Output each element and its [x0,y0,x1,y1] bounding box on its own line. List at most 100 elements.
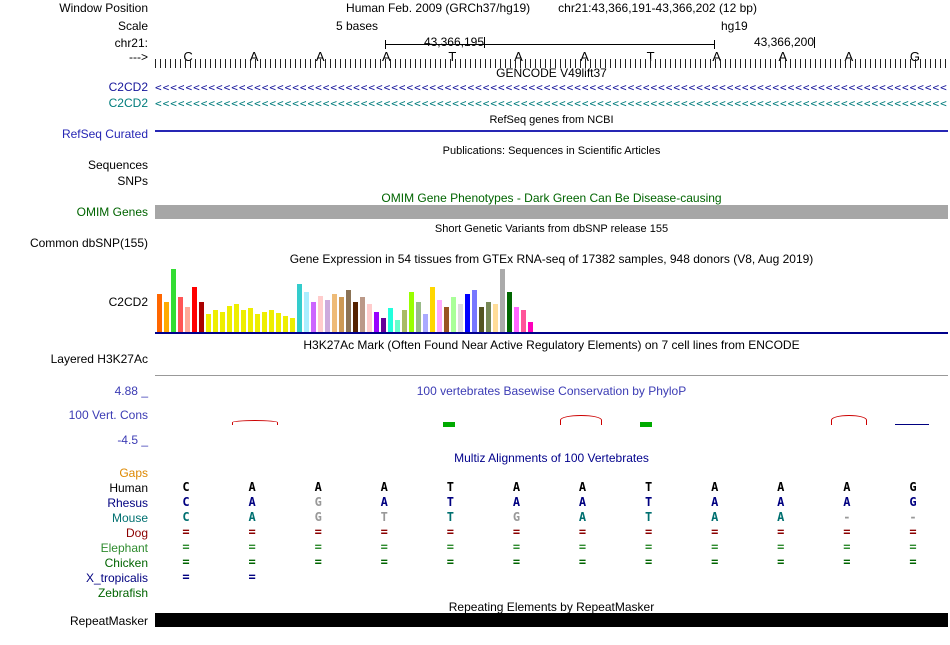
alignment-row-x_tropicalis[interactable]: X_tropicalis = = [0,570,950,585]
chrom-label: chr21: [114,36,148,50]
gtex-expression-bar[interactable] [458,304,463,332]
alignment-row-mouse[interactable]: Mouse C A G T T G A T A A - - [0,510,950,525]
alignment-row-rhesus[interactable]: Rhesus C A G A T A A T A A A G [0,495,950,510]
gtex-expression-bar[interactable] [227,306,232,332]
gtex-expression-bar[interactable] [213,310,218,332]
gtex-expression-bar[interactable] [262,312,267,332]
gtex-expression-bar[interactable] [381,318,386,332]
gtex-expression-bar[interactable] [220,312,225,332]
gtex-gene-label[interactable]: C2CD2 [0,295,150,309]
gtex-expression-bar[interactable] [444,307,449,332]
gtex-expression-bar[interactable] [318,296,323,332]
gtex-expression-bar[interactable] [451,297,456,332]
alignment-cell: = [446,525,454,539]
gtex-expression-bar[interactable] [171,269,176,332]
gtex-expression-bar[interactable] [178,297,183,332]
alignment-row-chicken[interactable]: Chicken = = = = = = = = = = = = [0,555,950,570]
gtex-expression-bar[interactable] [199,302,204,332]
gtex-expression-bar[interactable] [290,318,295,332]
gtex-expression-bar[interactable] [283,316,288,332]
alignment-cell: G [314,495,322,509]
gtex-expression-bar[interactable] [304,292,309,332]
omim-track-title[interactable]: OMIM Gene Phenotypes - Dark Green Can Be… [155,191,948,205]
alignment-row-human[interactable]: Human C A A A T A A T A A A G [0,480,950,495]
gtex-expression-bar[interactable] [507,292,512,332]
gtex-expression-bar[interactable] [423,314,428,332]
gtex-expression-bar[interactable] [248,308,253,332]
h3k27ac-baseline [155,375,948,376]
gtex-bars[interactable] [155,268,948,332]
gencode-item-label-1[interactable]: C2CD2 [0,80,150,94]
gtex-expression-bar[interactable] [416,302,421,332]
phylop-mark-line [895,424,929,425]
gtex-expression-bar[interactable] [206,314,211,332]
gtex-expression-bar[interactable] [192,287,197,332]
h3k27ac-track-title[interactable]: H3K27Ac Mark (Often Found Near Active Re… [155,338,948,352]
alignment-cell: A [843,480,851,494]
alignment-row-dog[interactable]: Dog = = = = = = = = = = = = [0,525,950,540]
gtex-expression-bar[interactable] [157,294,162,332]
gtex-expression-bar[interactable] [339,297,344,332]
gtex-baseline [155,332,948,334]
gencode-transcript-line[interactable]: <<<<<<<<<<<<<<<<<<<<<<<<<<<<<<<<<<<<<<<<… [155,83,948,92]
gtex-expression-bar[interactable] [374,312,379,332]
alignment-row-gaps[interactable]: Gaps [0,465,950,480]
gtex-expression-bar[interactable] [185,307,190,332]
gtex-expression-bar[interactable] [430,287,435,332]
gencode-track-title[interactable]: GENCODE V49lift37 [155,66,948,80]
gtex-expression-bar[interactable] [493,304,498,332]
gtex-expression-bar[interactable] [346,290,351,332]
gtex-expression-bar[interactable] [514,307,519,332]
repeatmasker-track-title[interactable]: Repeating Elements by RepeatMasker [155,600,948,614]
repeatmasker-bar[interactable] [155,613,948,627]
gtex-expression-bar[interactable] [402,310,407,332]
alignment-cell: = [314,525,322,539]
gtex-expression-bar[interactable] [311,302,316,332]
gtex-expression-bar[interactable] [388,308,393,332]
dbsnp-track-label: Common dbSNP(155) [29,236,148,250]
gtex-expression-bar[interactable] [276,313,281,332]
gtex-expression-bar[interactable] [395,320,400,332]
gtex-expression-bar[interactable] [332,294,337,332]
gencode-transcript-line[interactable]: <<<<<<<<<<<<<<<<<<<<<<<<<<<<<<<<<<<<<<<<… [155,99,948,108]
gtex-expression-bar[interactable] [465,294,470,332]
scale-label: Scale [117,19,148,33]
gtex-expression-bar[interactable] [241,310,246,332]
omim-gene-bar[interactable] [155,205,948,219]
alignment-cell: = [843,525,851,539]
alignment-row-elephant[interactable]: Elephant = = = = = = = = = = = = [0,540,950,555]
gtex-expression-bar[interactable] [500,269,505,332]
gencode-item-label-2[interactable]: C2CD2 [0,96,150,110]
gtex-track-title[interactable]: Gene Expression in 54 tissues from GTEx … [155,252,948,266]
species-label: Elephant [100,540,148,555]
gtex-expression-bar[interactable] [234,304,239,332]
publications-track-title[interactable]: Publications: Sequences in Scientific Ar… [155,144,948,158]
gtex-expression-bar[interactable] [409,292,414,332]
gtex-expression-bar[interactable] [528,322,533,332]
gtex-expression-bar[interactable] [472,290,477,332]
gtex-expression-bar[interactable] [325,300,330,332]
alignment-cell [748,570,814,585]
gtex-expression-bar[interactable] [521,310,526,332]
gtex-expression-bar[interactable] [164,302,169,332]
alignment-cell: = [909,555,917,569]
gtex-expression-bar[interactable] [297,284,302,332]
gtex-expression-bar[interactable] [479,307,484,332]
alignment-cell: G [314,510,322,524]
genome-browser: Window Position Scale chr21: ---> C2CD2 … [0,0,950,645]
gtex-expression-bar[interactable] [353,302,358,332]
dbsnp-track-title[interactable]: Short Genetic Variants from dbSNP releas… [155,222,948,236]
phylop-track[interactable] [155,395,948,447]
refseq-track-title[interactable]: RefSeq genes from NCBI [155,113,948,127]
gtex-expression-bar[interactable] [360,297,365,332]
alignment-row-zebrafish[interactable]: Zebrafish [0,585,950,600]
alignment-cell: A [578,510,587,524]
gtex-expression-bar[interactable] [437,300,442,332]
gtex-expression-bar[interactable] [486,302,491,332]
gtex-expression-bar[interactable] [367,304,372,332]
multiz-track-title[interactable]: Multiz Alignments of 100 Vertebrates [155,451,948,465]
alignment-cell: = [380,525,388,539]
gtex-expression-bar[interactable] [255,314,260,332]
gtex-expression-bar[interactable] [269,310,274,332]
refseq-gene-line[interactable] [155,130,948,132]
